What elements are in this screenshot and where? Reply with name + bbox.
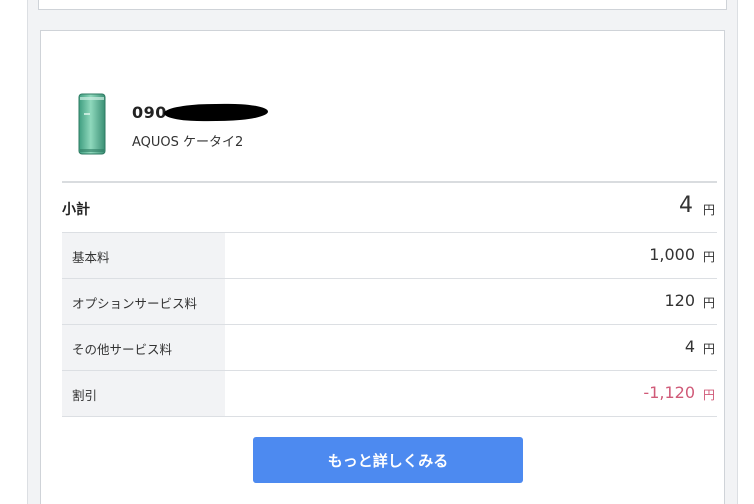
- more-details-button[interactable]: もっと詳しくみる: [253, 437, 523, 483]
- table-row: オプションサービス料 120 円: [62, 279, 717, 325]
- phone-number-prefix: 090: [132, 102, 167, 122]
- row-label: 基本料: [72, 250, 110, 265]
- billing-page: 090 AQUOS ケータイ2 小計 4 円 基本料 1,000 円 オプション…: [0, 0, 754, 504]
- redaction-mark: [163, 102, 269, 122]
- subtotal-value: 4: [679, 193, 693, 218]
- row-value: 4: [684, 337, 695, 356]
- row-label: 割引: [72, 388, 98, 403]
- row-value: 120: [664, 291, 695, 310]
- table-row: その他サービス料 4 円: [62, 325, 717, 371]
- row-unit: 円: [702, 296, 715, 310]
- row-value: 1,000: [649, 245, 695, 264]
- device-model-name: AQUOS ケータイ2: [132, 135, 244, 150]
- subtotal-unit: 円: [702, 203, 715, 217]
- previous-card: [38, 0, 727, 10]
- discount-value: -1,120: [643, 383, 695, 402]
- subtotal-label: 小計: [62, 202, 90, 218]
- row-label-cell: その他サービス料: [62, 325, 225, 370]
- charges-breakdown-table: 基本料 1,000 円 オプションサービス料 120 円 その他サービス料 4 …: [62, 233, 717, 417]
- line-billing-card: 090 AQUOS ケータイ2 小計 4 円 基本料 1,000 円 オプション…: [40, 30, 725, 504]
- phone-number: 090: [132, 102, 269, 122]
- row-unit: 円: [702, 250, 715, 264]
- subtotal-row: 小計 4 円: [62, 183, 717, 233]
- flip-phone-icon: [78, 93, 106, 155]
- row-label-cell: 割引: [62, 371, 225, 416]
- row-label: オプションサービス料: [72, 296, 198, 311]
- table-row: 基本料 1,000 円: [62, 233, 717, 279]
- row-label: その他サービス料: [72, 342, 173, 357]
- row-label-cell: 基本料: [62, 233, 225, 278]
- table-row: 割引 -1,120 円: [62, 371, 717, 417]
- row-unit: 円: [702, 342, 715, 356]
- content-area: 090 AQUOS ケータイ2 小計 4 円 基本料 1,000 円 オプション…: [27, 0, 738, 504]
- row-label-cell: オプションサービス料: [62, 279, 225, 324]
- row-unit: 円: [702, 388, 715, 402]
